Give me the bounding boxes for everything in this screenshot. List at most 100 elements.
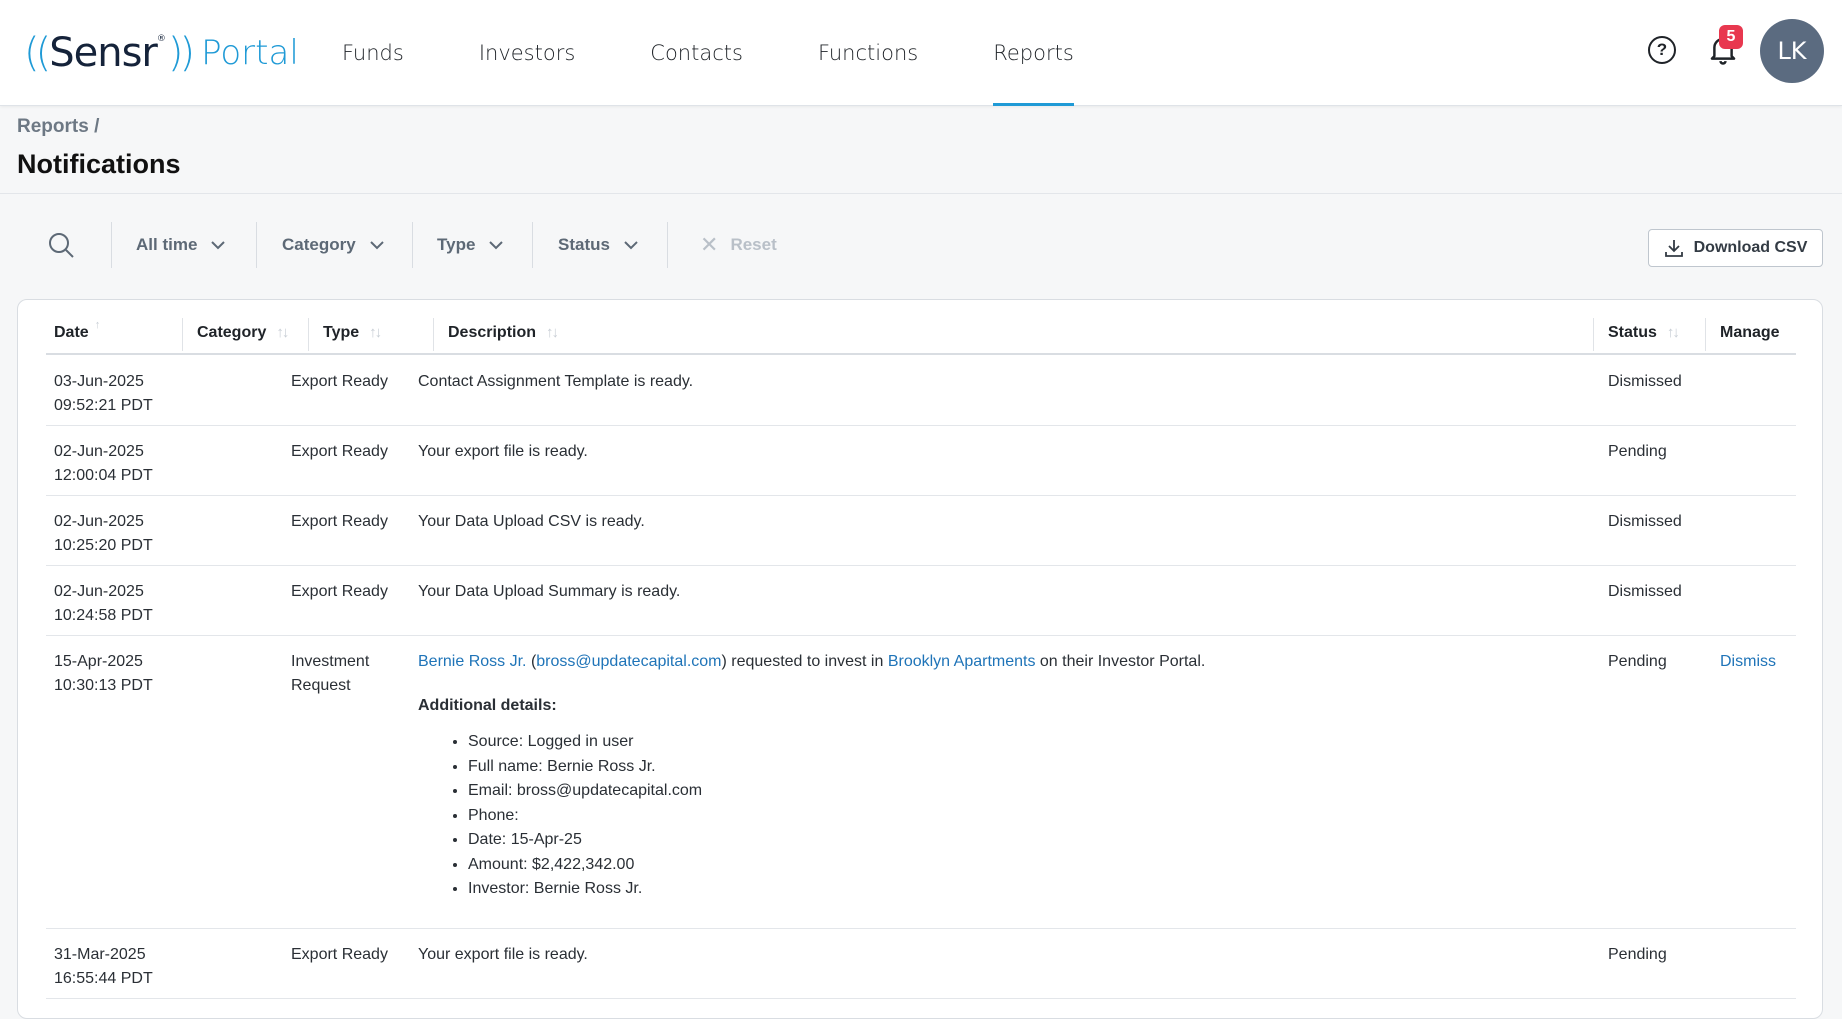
time-value: 10:25:20 PDT: [54, 537, 153, 554]
status-filter-label: Status: [558, 235, 610, 254]
details-item: Date: 15-Apr-25: [468, 828, 1205, 853]
logo-registered: ®: [156, 34, 166, 44]
column-header-status[interactable]: Status ↑↓: [1608, 310, 1680, 355]
type-filter-dropdown[interactable]: Type: [437, 222, 504, 268]
status-filter-dropdown[interactable]: Status: [558, 222, 638, 268]
close-icon: ✕: [700, 232, 719, 257]
nav-investors[interactable]: Investors: [479, 0, 575, 106]
column-separator: [182, 318, 183, 351]
date-value: 02-Jun-2025: [54, 513, 144, 530]
logo-paren-open: ((: [24, 30, 51, 76]
request-text: ) requested to invest in: [721, 653, 884, 670]
status-cell: Dismissed: [1608, 513, 1682, 530]
table-row[interactable]: 02-Jun-2025 12:00:04 PDT Export Ready Yo…: [46, 426, 1796, 496]
nav-funds[interactable]: Funds: [342, 0, 404, 106]
date-value: 31-Mar-2025: [54, 946, 146, 963]
breadcrumb[interactable]: Reports /: [17, 116, 99, 138]
request-text-end: on their Investor Portal.: [1039, 653, 1206, 670]
page-header: Reports / Notifications: [0, 106, 1842, 194]
type-cell: Investment Request: [291, 650, 369, 698]
description-cell: Contact Assignment Template is ready.: [418, 373, 694, 390]
table-row[interactable]: 03-Jun-2025 09:52:21 PDT Export Ready Co…: [46, 356, 1796, 426]
column-header-category[interactable]: Category ↑↓: [197, 310, 289, 355]
sort-icon: ↑↓: [369, 324, 382, 341]
email-link[interactable]: bross@updatecapital.com: [536, 653, 721, 670]
time-value: 12:00:04 PDT: [54, 467, 153, 484]
table-row[interactable]: 02-Jun-2025 10:25:20 PDT Export Ready Yo…: [46, 496, 1796, 566]
filter-divider: [111, 222, 112, 268]
download-csv-label: Download CSV: [1693, 239, 1808, 256]
table-row[interactable]: 02-Jun-2025 10:24:58 PDT Export Ready Yo…: [46, 566, 1796, 636]
column-separator: [1593, 318, 1594, 351]
table-row[interactable]: 15-Apr-2025 10:30:13 PDT Investment Requ…: [46, 636, 1796, 929]
user-avatar[interactable]: LK: [1760, 19, 1824, 83]
status-cell: Pending: [1608, 443, 1667, 460]
description-cell: Your Data Upload Summary is ready.: [418, 583, 681, 600]
type-cell: Export Ready: [291, 946, 388, 963]
reset-label: Reset: [730, 235, 777, 254]
time-value: 10:30:13 PDT: [54, 677, 153, 694]
main-nav: Funds Investors Contacts Functions Repor…: [342, 0, 1149, 106]
type-value-line1: Investment: [291, 653, 370, 670]
sensr-portal-logo[interactable]: (( Sensr ® )) Portal: [24, 28, 299, 78]
type-cell: Export Ready: [291, 373, 388, 390]
type-cell: Export Ready: [291, 583, 388, 600]
time-filter-label: All time: [136, 235, 198, 254]
category-filter-label: Category: [282, 235, 356, 254]
column-separator: [433, 318, 434, 351]
column-header-type[interactable]: Type ↑↓: [323, 310, 382, 355]
chevron-down-icon: [369, 241, 384, 250]
details-item: Full name: Bernie Ross Jr.: [468, 755, 1205, 780]
search-icon[interactable]: [48, 232, 74, 258]
details-item: Investor: Bernie Ross Jr.: [468, 877, 1205, 902]
reset-button[interactable]: ✕ Reset: [700, 222, 777, 268]
fund-link[interactable]: Brooklyn Apartments: [888, 653, 1036, 670]
column-label: Manage: [1720, 323, 1780, 341]
chevron-down-icon: [211, 241, 226, 250]
status-cell: Pending: [1608, 653, 1667, 670]
notifications-table: Date ↑ Category ↑↓ Type ↑↓ Description ↑…: [17, 299, 1823, 1019]
column-label: Type: [323, 323, 360, 341]
date-value: 02-Jun-2025: [54, 443, 144, 460]
filter-divider: [256, 222, 257, 268]
details-item: Email: bross@updatecapital.com: [468, 779, 1205, 804]
description-cell: Bernie Ross Jr. (bross@updatecapital.com…: [418, 650, 1205, 902]
column-header-description[interactable]: Description ↑↓: [448, 310, 559, 355]
details-title: Additional details:: [418, 697, 557, 714]
date-value: 15-Apr-2025: [54, 653, 143, 670]
nav-reports[interactable]: Reports: [993, 0, 1074, 106]
nav-contacts[interactable]: Contacts: [650, 0, 743, 106]
category-filter-dropdown[interactable]: Category: [282, 222, 384, 268]
date-cell: 31-Mar-2025 16:55:44 PDT: [54, 943, 153, 991]
date-value: 02-Jun-2025: [54, 583, 144, 600]
date-cell: 02-Jun-2025 12:00:04 PDT: [54, 440, 153, 488]
status-cell: Pending: [1608, 946, 1667, 963]
column-label: Date: [54, 323, 89, 341]
column-label: Status: [1608, 323, 1657, 341]
type-cell: Export Ready: [291, 513, 388, 530]
request-summary: Bernie Ross Jr. (bross@updatecapital.com…: [418, 650, 1205, 674]
help-icon[interactable]: ?: [1648, 36, 1676, 64]
nav-functions[interactable]: Functions: [818, 0, 918, 106]
sort-icon: ↑: [94, 319, 100, 331]
column-separator: [308, 318, 309, 351]
time-filter-dropdown[interactable]: All time: [136, 222, 226, 268]
table-header: Date ↑ Category ↑↓ Type ↑↓ Description ↑…: [46, 310, 1796, 355]
type-value-line2: Request: [291, 677, 351, 694]
sort-icon: ↑↓: [1666, 324, 1680, 341]
investor-link[interactable]: Bernie Ross Jr.: [418, 653, 526, 670]
download-csv-button[interactable]: Download CSV: [1648, 229, 1823, 267]
column-label: Category: [197, 323, 267, 341]
time-value: 10:24:58 PDT: [54, 607, 153, 624]
dismiss-button[interactable]: Dismiss: [1720, 650, 1776, 674]
type-cell: Export Ready: [291, 443, 388, 460]
date-cell: 02-Jun-2025 10:25:20 PDT: [54, 510, 153, 558]
table-row[interactable]: 31-Mar-2025 16:55:44 PDT Export Ready Yo…: [46, 929, 1796, 999]
details-item: Amount: $2,422,342.00: [468, 853, 1205, 878]
chevron-down-icon: [489, 241, 504, 250]
description-cell: Your Data Upload CSV is ready.: [418, 513, 645, 530]
column-header-date[interactable]: Date ↑: [54, 310, 100, 355]
chevron-down-icon: [624, 241, 638, 250]
description-cell: Your export file is ready.: [418, 443, 588, 460]
status-cell: Dismissed: [1608, 583, 1682, 600]
